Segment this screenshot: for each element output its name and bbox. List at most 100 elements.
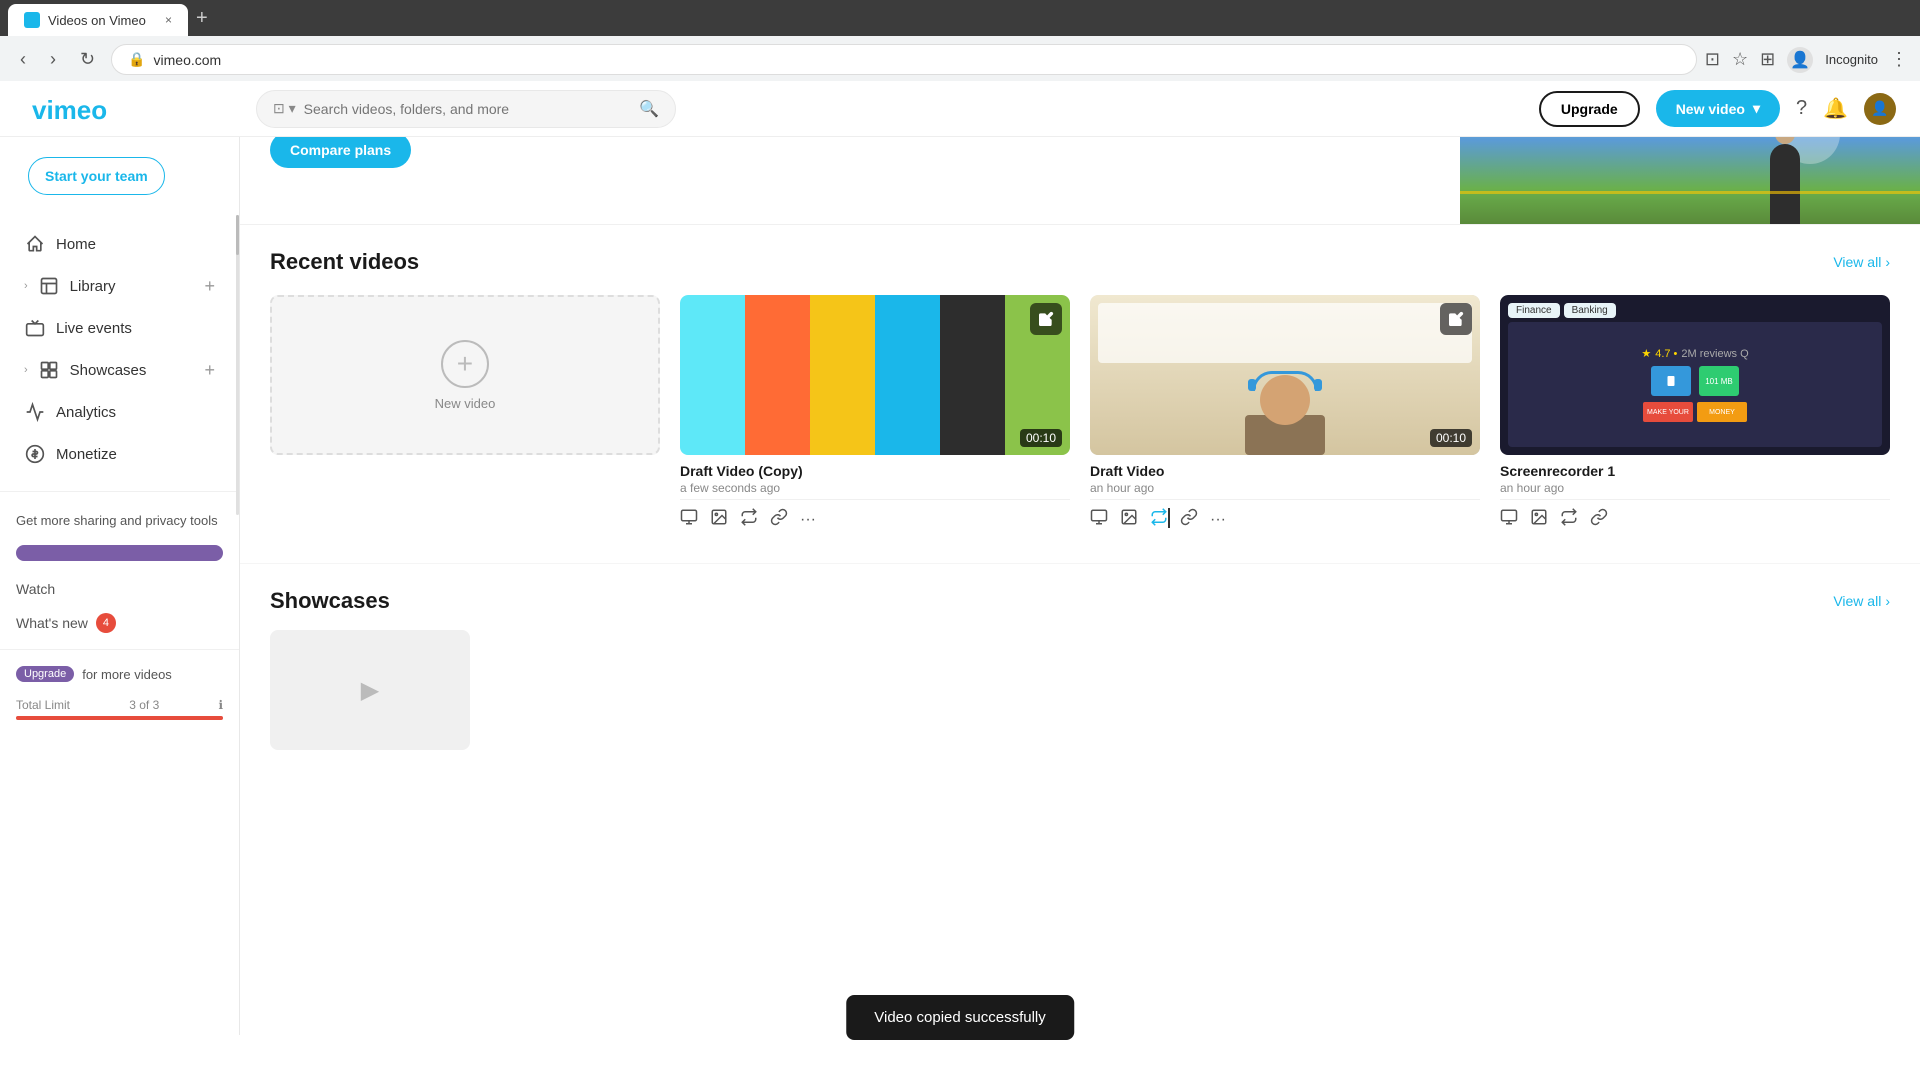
screenrecorder-thumbnail: Finance Banking ★ 4.7 • 2M reviews Q [1500,295,1890,455]
draft-copy-title: Draft Video (Copy) [680,463,1070,479]
header-right-controls: Upgrade New video ▾ ? 🔔 👤 [1539,90,1896,127]
total-limit-area: Total Limit 3 of 3 ℹ [0,690,239,728]
new-video-card[interactable]: + New video [270,295,660,539]
menu-icon[interactable]: ⋮ [1890,49,1908,70]
browser-tab-bar: Videos on Vimeo × + [0,0,1920,36]
recent-videos-section: Recent videos View all › + New video [240,225,1920,563]
user-avatar[interactable]: 👤 [1864,93,1896,125]
tab-close-button[interactable]: × [165,13,172,27]
screenrecorder-time: an hour ago [1500,481,1890,495]
search-icon: 🔍 [639,99,659,119]
tab-favicon [24,12,40,28]
recent-videos-header: Recent videos View all › [270,249,1890,275]
showcases-view-all[interactable]: View all › [1833,593,1890,609]
draft-copy-action-review[interactable] [680,508,698,531]
analytics-icon [24,401,46,423]
search-bar[interactable]: ⊡ ▾ 🔍 [256,90,676,128]
library-expand-arrow: › [24,280,28,292]
draft-action-image[interactable] [1120,508,1138,531]
help-icon[interactable]: ? [1796,97,1807,120]
sidebar-item-analytics-label: Analytics [56,404,215,421]
recent-videos-view-all[interactable]: View all › [1833,254,1890,270]
browser-nav-icons: ⊡ ☆ ⊞ 👤 Incognito ⋮ [1705,47,1908,73]
header-logo-area: vimeo [16,95,256,123]
screenrecorder-action-link[interactable] [1590,508,1608,531]
screenrecorder-card[interactable]: Finance Banking ★ 4.7 • 2M reviews Q [1500,295,1890,539]
bookmark-icon[interactable]: ☆ [1732,49,1748,70]
draft-copy-thumbnail: 00:10 [680,295,1070,455]
draft-time: an hour ago [1090,481,1480,495]
sidebar-item-monetize[interactable]: Monetize [8,433,231,475]
sr-rating-text: 4.7 • [1655,348,1677,360]
start-team-button[interactable]: Start your team [28,157,165,195]
sidebar-item-monetize-label: Monetize [56,446,215,463]
draft-action-review[interactable] [1090,508,1108,531]
sidebar-scrollbar-thumb[interactable] [236,215,239,255]
sidebar-item-live-events[interactable]: Live events [8,307,231,349]
draft-action-link[interactable] [1180,508,1198,531]
new-tab-button[interactable]: + [188,7,216,30]
draft-edit-icon[interactable] [1440,303,1472,335]
sidebar-divider-2 [0,649,239,650]
sr-tag-finance: Finance [1508,303,1560,318]
sidebar-item-home-label: Home [56,236,215,253]
whats-new-label: What's new [16,615,88,631]
draft-copy-action-more[interactable]: ··· [800,511,816,529]
search-dropdown-icon[interactable]: ⊡ ▾ [273,100,296,117]
screenrecorder-action-review[interactable] [1500,508,1518,531]
upgrade-videos-area: Upgrade for more videos [0,658,239,690]
sidebar-scrollbar[interactable] [236,215,239,515]
draft-copy-action-transfer[interactable] [740,508,758,531]
sr-tag-banking: Banking [1564,303,1616,318]
showcases-add-button[interactable]: + [204,360,215,381]
new-video-button[interactable]: New video ▾ [1656,90,1780,127]
sidebar-item-whats-new[interactable]: What's new 4 [0,605,239,641]
screenrecorder-actions [1500,499,1890,539]
notifications-icon[interactable]: 🔔 [1823,96,1848,121]
sidebar-item-library[interactable]: › Library + [8,265,231,307]
draft-action-more[interactable]: ··· [1210,511,1226,529]
search-input[interactable] [304,101,631,117]
sidebar-item-home[interactable]: Home [8,223,231,265]
draft-copy-actions: ··· [680,499,1070,539]
new-video-thumbnail[interactable]: + New video [270,295,660,455]
main-content: stunning videos in minutes. Compare plan… [240,84,1920,1035]
sidebar-item-watch[interactable]: Watch [0,573,239,605]
screenrecorder-action-image[interactable] [1530,508,1548,531]
address-bar[interactable]: 🔒 vimeo.com [111,44,1697,75]
upgrade-button[interactable]: Upgrade [1539,91,1640,127]
showcases-grid: ▶ [270,630,1890,750]
compare-plans-button[interactable]: Compare plans [270,132,411,168]
draft-copy-action-link[interactable] [770,508,788,531]
showcases-icon [38,359,60,381]
upgrade-privacy-button[interactable] [16,545,223,561]
cast-icon[interactable]: ⊡ [1705,49,1720,70]
active-tab[interactable]: Videos on Vimeo × [8,4,188,36]
sidebar-item-analytics[interactable]: Analytics [8,391,231,433]
screenrecorder-action-transfer[interactable] [1560,508,1578,531]
total-limit-info-icon[interactable]: ℹ [218,698,223,712]
back-button[interactable]: ‹ [12,45,34,74]
sidebar-nav: Home › Library + Live events › [0,215,239,483]
draft-copy-action-image[interactable] [710,508,728,531]
draft-copy-edit-icon[interactable] [1030,303,1062,335]
sidebar-item-live-events-label: Live events [56,320,215,337]
draft-copy-card[interactable]: 00:10 Draft Video (Copy) a few seconds a… [680,295,1070,539]
upgrade-tag[interactable]: Upgrade [16,666,74,682]
library-add-button[interactable]: + [204,276,215,297]
extension-icon[interactable]: ⊞ [1760,49,1775,70]
add-video-icon: + [441,340,489,388]
forward-button[interactable]: › [42,45,64,74]
profile-icon[interactable]: 👤 [1787,47,1813,73]
showcase-thumbnail[interactable]: ▶ [270,630,470,750]
refresh-button[interactable]: ↻ [72,45,103,74]
avatar-icon: 👤 [1871,100,1888,117]
draft-action-copy[interactable] [1150,508,1168,531]
draft-thumbnail: 00:10 [1090,295,1480,455]
sidebar-item-showcases[interactable]: › Showcases + [8,349,231,391]
total-limit-value: 3 of 3 [129,698,159,712]
draft-card[interactable]: 00:10 Draft Video an hour ago [1090,295,1480,539]
draft-duration: 00:10 [1430,429,1472,447]
color-bar-5 [940,295,1005,455]
browser-nav-bar: ‹ › ↻ 🔒 vimeo.com ⊡ ☆ ⊞ 👤 Incognito ⋮ [0,36,1920,84]
